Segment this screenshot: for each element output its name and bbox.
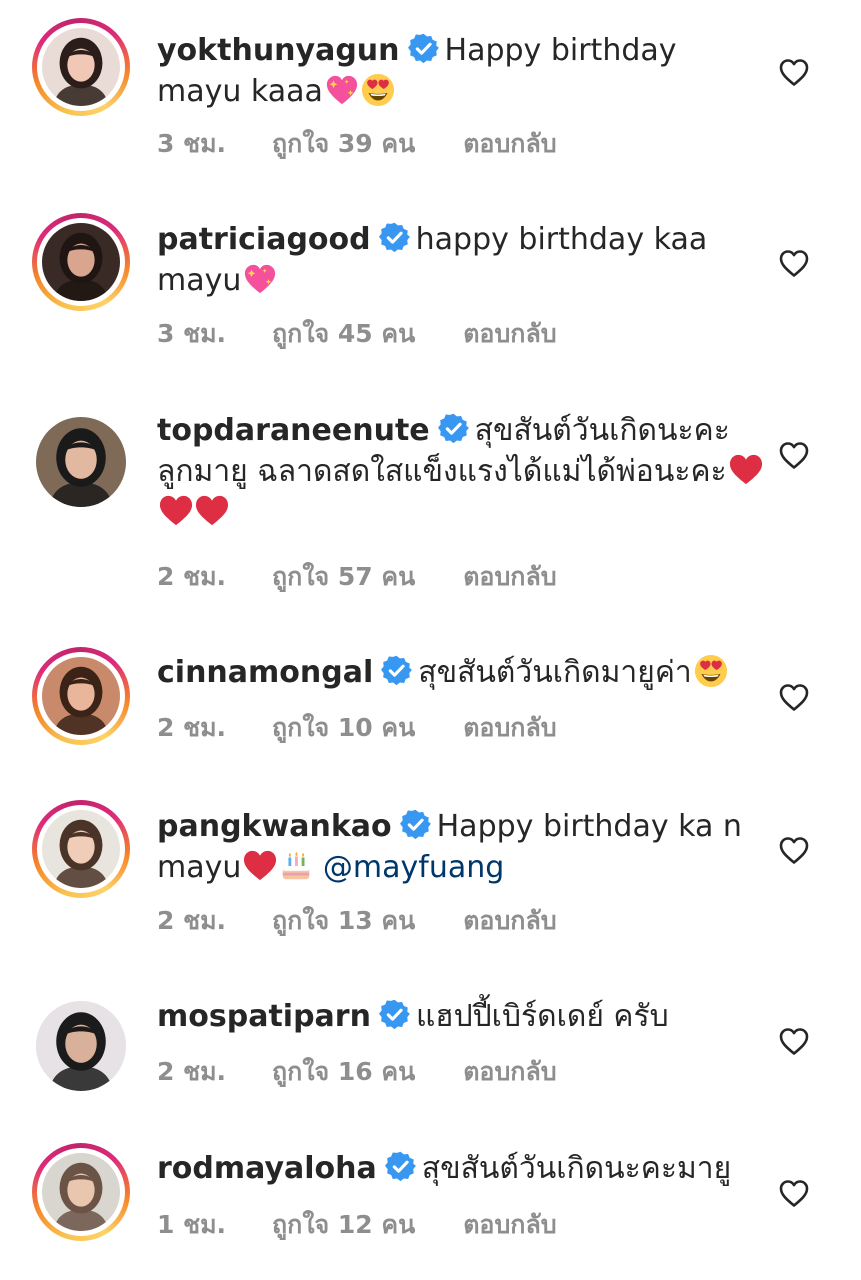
- verified-badge-icon: [407, 33, 439, 64]
- likes-count-link[interactable]: ถูกใจ 13 คน: [272, 901, 415, 941]
- username-link[interactable]: pangkwankao: [157, 809, 392, 844]
- birthday-cake-emoji-icon: [279, 849, 313, 883]
- comment-body: mospatiparn แฮปปี้เบิร์ดเดย์ ครับ: [157, 996, 767, 1037]
- likes-count-link[interactable]: ถูกใจ 45 คน: [272, 314, 415, 354]
- verified-badge-icon: [384, 1151, 416, 1182]
- comment-meta: 3 ชม. ถูกใจ 45 คน ตอบกลับ: [157, 314, 557, 354]
- heart-eyes-emoji-icon: [361, 73, 395, 107]
- likes-count-link[interactable]: ถูกใจ 57 คน: [272, 557, 415, 597]
- comment-meta: 2 ชม. ถูกใจ 57 คน ตอบกลับ: [157, 557, 557, 597]
- timestamp: 2 ชม.: [157, 562, 227, 591]
- like-heart-icon[interactable]: [778, 1178, 810, 1208]
- avatar[interactable]: [32, 800, 130, 898]
- reply-button[interactable]: ตอบกลับ: [463, 557, 556, 597]
- avatar-photo: [42, 223, 120, 301]
- mention-link[interactable]: @mayfuang: [323, 850, 504, 885]
- username-link[interactable]: cinnamongal: [157, 655, 373, 690]
- username-link[interactable]: mospatiparn: [157, 999, 371, 1034]
- comment-meta: 2 ชม. ถูกใจ 13 คน ตอบกลับ: [157, 901, 557, 941]
- comment-text: สุขสันต์วันเกิดนะคะมายู: [421, 1151, 732, 1186]
- comment-text: แฮปปี้เบิร์ดเดย์ ครับ: [415, 999, 669, 1034]
- red-heart-emoji-icon: [159, 494, 193, 528]
- avatar-frame: [36, 1001, 126, 1091]
- comment-meta: 2 ชม. ถูกใจ 16 คน ตอบกลับ: [157, 1052, 557, 1092]
- avatar-frame: [37, 652, 125, 740]
- comment-body: topdaraneenute สุขสันต์วันเกิดนะคะ ลูกมาย…: [157, 410, 767, 533]
- username-link[interactable]: yokthunyagun: [157, 33, 400, 68]
- comment-body: rodmayaloha สุขสันต์วันเกิดนะคะมายู: [157, 1148, 767, 1189]
- red-heart-emoji-icon: [195, 494, 229, 528]
- avatar[interactable]: [32, 18, 130, 116]
- avatar[interactable]: [32, 997, 130, 1095]
- red-heart-emoji-icon: [729, 453, 763, 487]
- comment-meta: 1 ชม. ถูกใจ 12 คน ตอบกลับ: [157, 1205, 557, 1245]
- like-heart-icon[interactable]: [778, 835, 810, 865]
- likes-count-link[interactable]: ถูกใจ 16 คน: [272, 1052, 415, 1092]
- avatar-frame: [37, 1148, 125, 1236]
- avatar-photo: [36, 417, 126, 507]
- like-heart-icon[interactable]: [778, 440, 810, 470]
- sparkling-heart-emoji-icon: [325, 73, 359, 107]
- avatar-frame: [36, 417, 126, 507]
- verified-badge-icon: [378, 999, 410, 1030]
- reply-button[interactable]: ตอบกลับ: [463, 314, 556, 354]
- reply-button[interactable]: ตอบกลับ: [463, 124, 556, 164]
- red-heart-emoji-icon: [243, 849, 277, 883]
- verified-badge-icon: [399, 809, 431, 840]
- sparkling-heart-emoji-icon: [243, 262, 277, 296]
- like-heart-icon[interactable]: [778, 248, 810, 278]
- comment-body: pangkwankao Happy birthday ka n mayu @may…: [157, 806, 767, 888]
- comment-text: สุขสันต์วันเกิดมายูค่า: [418, 655, 692, 690]
- comment-meta: 3 ชม. ถูกใจ 39 คน ตอบกลับ: [157, 124, 557, 164]
- avatar-photo: [42, 28, 120, 106]
- comment-meta: 2 ชม. ถูกใจ 10 คน ตอบกลับ: [157, 708, 557, 748]
- avatar-photo: [42, 810, 120, 888]
- like-heart-icon[interactable]: [778, 57, 810, 87]
- likes-count-link[interactable]: ถูกใจ 10 คน: [272, 708, 415, 748]
- avatar[interactable]: [32, 647, 130, 745]
- verified-badge-icon: [381, 655, 413, 686]
- avatar[interactable]: [32, 213, 130, 311]
- avatar-frame: [37, 23, 125, 111]
- likes-count-link[interactable]: ถูกใจ 12 คน: [272, 1205, 415, 1245]
- reply-button[interactable]: ตอบกลับ: [463, 901, 556, 941]
- avatar-photo: [36, 1001, 126, 1091]
- avatar[interactable]: [32, 1143, 130, 1241]
- timestamp: 3 ชม.: [157, 319, 227, 348]
- reply-button[interactable]: ตอบกลับ: [463, 1205, 556, 1245]
- timestamp: 1 ชม.: [157, 1210, 227, 1239]
- timestamp: 2 ชม.: [157, 906, 227, 935]
- username-link[interactable]: patriciagood: [157, 222, 371, 257]
- like-heart-icon[interactable]: [778, 682, 810, 712]
- verified-badge-icon: [437, 413, 469, 444]
- avatar-photo: [42, 657, 120, 735]
- like-heart-icon[interactable]: [778, 1026, 810, 1056]
- likes-count-link[interactable]: ถูกใจ 39 คน: [272, 124, 415, 164]
- comment-body: cinnamongal สุขสันต์วันเกิดมายูค่า: [157, 652, 767, 693]
- avatar-frame: [37, 805, 125, 893]
- timestamp: 2 ชม.: [157, 713, 227, 742]
- avatar[interactable]: [32, 413, 130, 511]
- comment-body: patriciagood happy birthday kaa mayu: [157, 219, 767, 301]
- username-link[interactable]: rodmayaloha: [157, 1151, 377, 1186]
- comment-body: yokthunyagun Happy birthday mayu kaaa: [157, 30, 767, 112]
- avatar-photo: [42, 1153, 120, 1231]
- avatar-frame: [37, 218, 125, 306]
- timestamp: 2 ชม.: [157, 1057, 227, 1086]
- timestamp: 3 ชม.: [157, 129, 227, 158]
- heart-eyes-emoji-icon: [694, 654, 728, 688]
- reply-button[interactable]: ตอบกลับ: [463, 708, 556, 748]
- reply-button[interactable]: ตอบกลับ: [463, 1052, 556, 1092]
- verified-badge-icon: [378, 222, 410, 253]
- username-link[interactable]: topdaraneenute: [157, 413, 430, 448]
